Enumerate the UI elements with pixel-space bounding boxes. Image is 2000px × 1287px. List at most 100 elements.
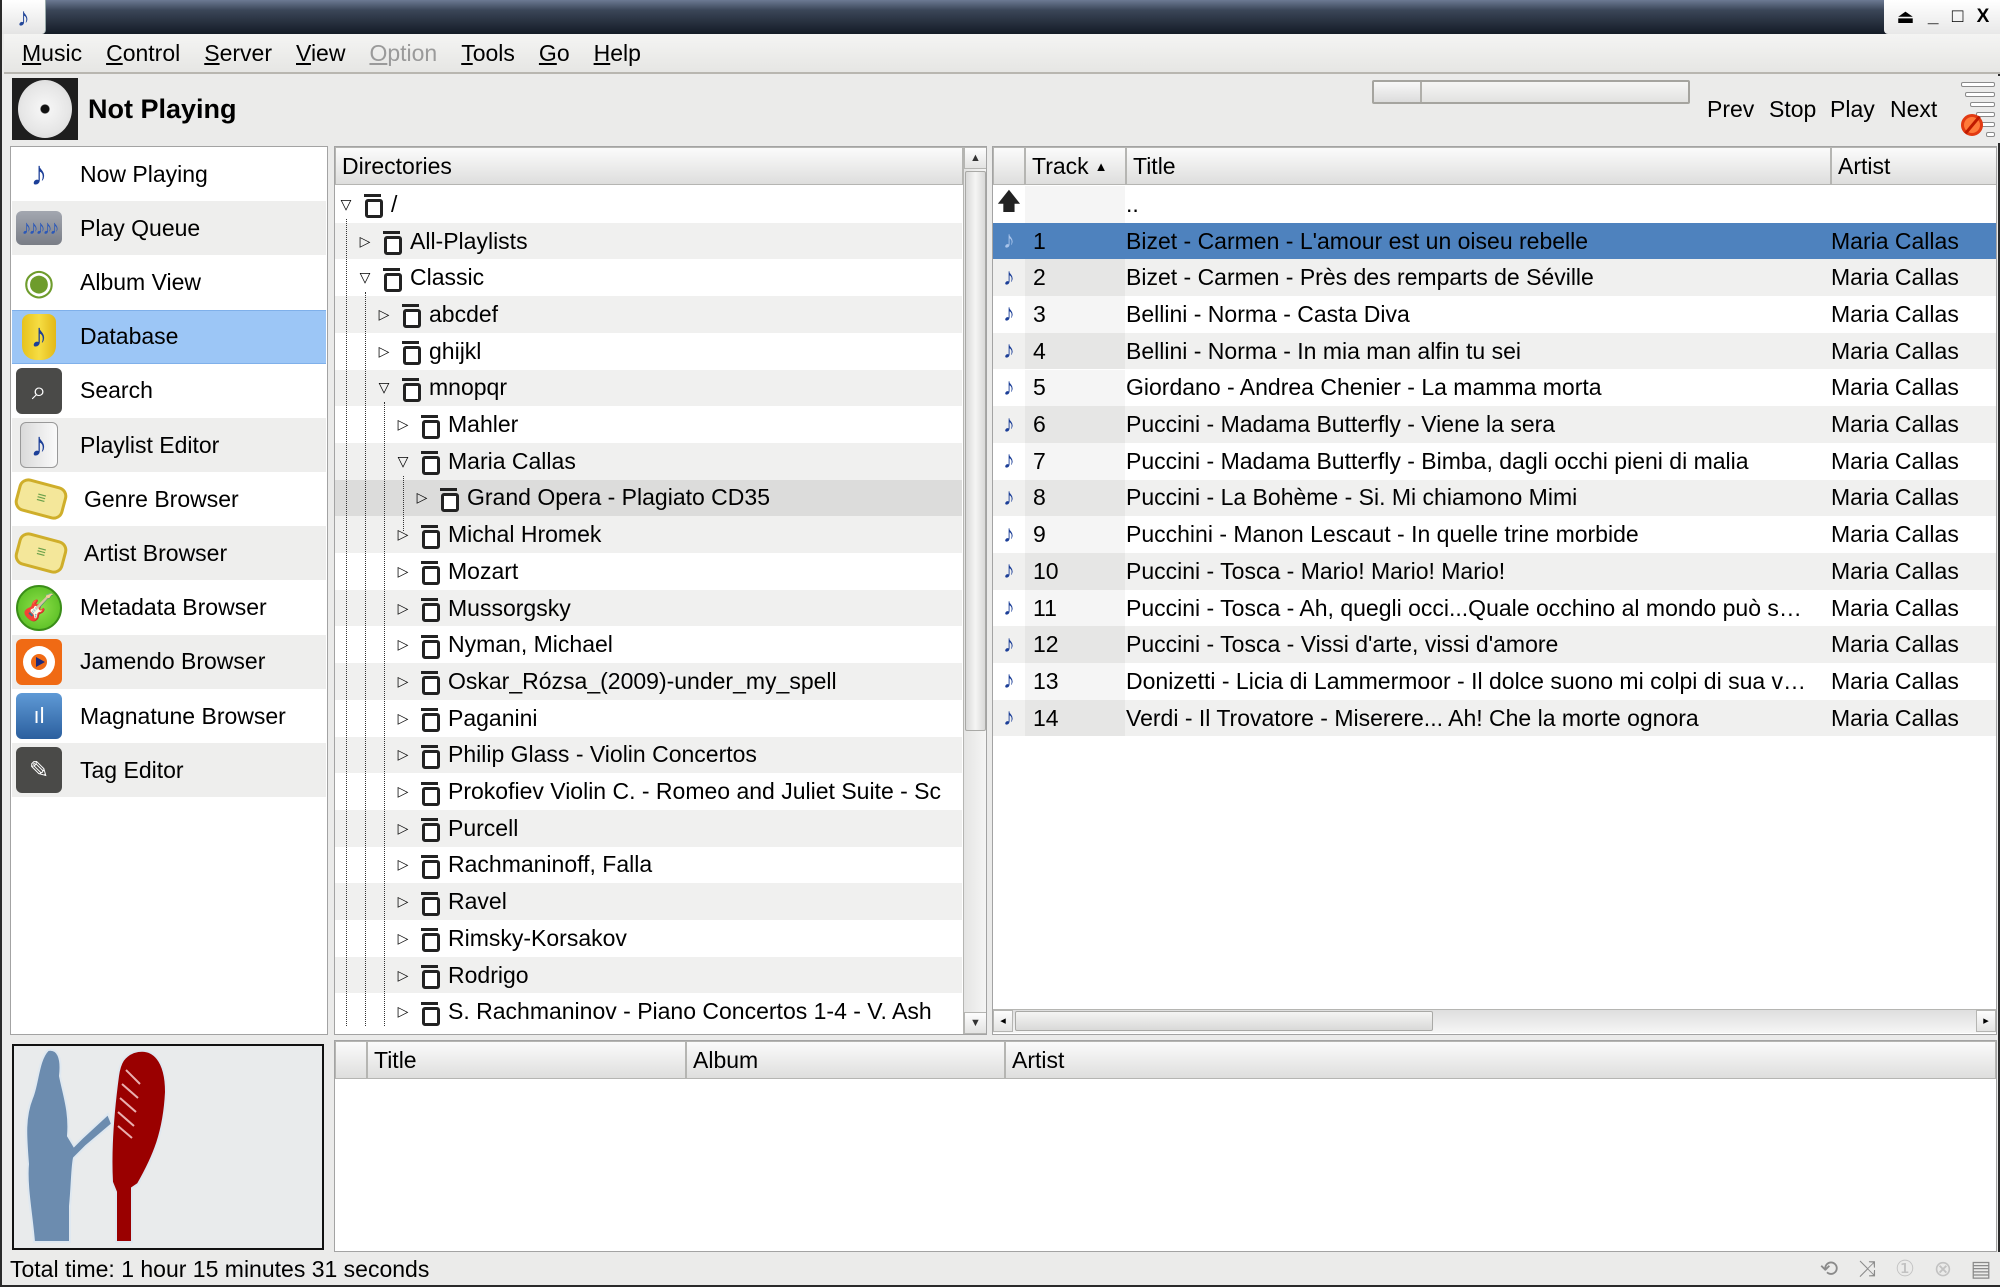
artist-column-header[interactable]: Artist [1831,147,1996,185]
track-row[interactable]: ♪ 10 Puccini - Tosca - Mario! Mario! Mario… [993,553,1996,590]
playlist-icon[interactable]: ▤ [1970,1256,1992,1282]
next-button[interactable]: Next [1890,96,1937,123]
lower-album-column-header[interactable]: Album [686,1041,1005,1079]
expand-arrow-icon[interactable]: ▷ [396,783,410,800]
directory-item[interactable]: ▽ Maria Callas [335,442,962,480]
expand-arrow-icon[interactable]: ▷ [415,489,429,506]
expand-arrow-icon[interactable]: ▷ [396,1003,410,1020]
expand-arrow-icon[interactable]: ▷ [358,233,372,250]
track-column-header[interactable]: Track ▲ [1025,147,1126,185]
expand-arrow-icon[interactable]: ▷ [396,636,410,653]
repeat-icon[interactable]: ⟲ [1818,1256,1840,1282]
menu-view[interactable]: View [292,40,355,67]
sidebar-item-album-view[interactable]: ◉ Album View [12,255,326,309]
directory-item[interactable]: ▷ Nyman, Michael [335,626,962,663]
sidebar-item-tag-editor[interactable]: ✎ Tag Editor [12,743,326,798]
seek-slider[interactable] [1372,80,1690,104]
directory-scrollbar-thumb[interactable] [965,171,986,731]
lower-title-column-header[interactable]: Title [367,1041,686,1079]
directory-item[interactable]: ▷ All-Playlists [335,222,962,260]
parent-directory-row[interactable]: 🡅.. [993,186,1996,223]
scroll-left-button[interactable]: ◂ [993,1010,1013,1032]
directory-item[interactable]: ▷ Paganini [335,700,962,737]
sidebar-item-artist-browser[interactable]: ≡ Artist Browser [12,526,326,581]
track-row[interactable]: ♪ 8 Puccini - La Bohème - Si. Mi chiamono … [993,479,1996,517]
sidebar-item-metadata-browser[interactable]: 🎸 Metadata Browser [12,581,326,635]
menu-go[interactable]: Go [535,40,580,67]
stop-button[interactable]: Stop [1769,96,1816,123]
expand-arrow-icon[interactable]: ▷ [377,343,391,360]
directory-item[interactable]: ▷ Michal Hromek [335,516,962,553]
track-row[interactable]: ♪ 14 Verdi - Il Trovatore - Miserere... Ah… [993,699,1996,737]
track-row[interactable]: ♪ 2 Bizet - Carmen - Près des remparts de … [993,259,1996,297]
single-icon[interactable]: ① [1894,1256,1916,1282]
track-row[interactable]: ♪ 7 Puccini - Madama Butterfly - Bimba, da… [993,442,1996,480]
scroll-up-button[interactable]: ▲ [964,147,986,169]
track-row[interactable]: ♪ 3 Bellini - Norma - Casta Diva Maria Call… [993,296,1996,333]
sidebar-item-genre-browser[interactable]: ≡ Genre Browser [12,472,326,526]
sidebar-item-search[interactable]: ⌕ Search [12,364,326,418]
sidebar-item-magnatune-browser[interactable]: ıl Magnatune Browser [12,689,326,743]
expand-arrow-icon[interactable]: ▷ [377,306,391,323]
menu-tools[interactable]: Tools [457,40,525,67]
collapse-arrow-icon[interactable]: ▽ [358,269,372,286]
close-button[interactable]: X [1977,6,1990,28]
track-row[interactable]: ♪ 5 Giordano - Andrea Chenier - La mamma m… [993,369,1996,407]
prev-button[interactable]: Prev [1707,96,1754,123]
track-row[interactable]: ♪ 11 Puccini - Tosca - Ah, quegli occi...Q… [993,589,1996,627]
title-bar[interactable]: ♪ ⏏ _ □ X [2,0,2000,34]
expand-arrow-icon[interactable]: ▷ [396,820,410,837]
directory-item[interactable]: ▷ Rachmaninoff, Falla [335,847,962,884]
directory-item[interactable]: ▷ ghijkl [335,333,962,370]
icon-column-header[interactable] [993,147,1025,185]
menu-music[interactable]: Music [18,40,92,67]
directory-item[interactable]: ▷ Rodrigo [335,956,962,994]
track-row[interactable]: ♪ 1 Bizet - Carmen - L'amour est un oiseu … [993,222,1996,260]
directory-scrollbar[interactable]: ▲ ▼ [963,147,986,1034]
directory-item[interactable]: ▷ Prokofiev Violin C. - Romeo and Juliet … [335,773,962,810]
shuffle-icon[interactable]: ⤨ [1856,1256,1878,1282]
directory-item[interactable]: ▽ mnopqr [335,369,962,407]
directory-item[interactable]: ▷ abcdef [335,296,962,333]
expand-arrow-icon[interactable]: ▷ [396,893,410,910]
collapse-arrow-icon[interactable]: ▽ [339,196,353,213]
directory-item[interactable]: ▷ S. Rachmaninov - Piano Concertos 1-4 - … [335,993,962,1030]
expand-arrow-icon[interactable]: ▷ [396,710,410,727]
lower-icon-column-header[interactable] [335,1041,367,1079]
sidebar-item-jamendo-browser[interactable]: Jamendo Browser [12,634,326,689]
sidebar-item-playlist-editor[interactable]: ♪ Playlist Editor [12,418,326,472]
menu-help[interactable]: Help [590,40,651,67]
track-row[interactable]: ♪ 12 Puccini - Tosca - Vissi d'arte, vissi… [993,626,1996,664]
menu-option[interactable]: Option [365,40,447,67]
expand-arrow-icon[interactable]: ▷ [396,930,410,947]
directory-item[interactable]: ▽ Classic [335,259,962,296]
directory-item[interactable]: ▷ Oskar_Rózsa_(2009)-under_my_spell [335,663,962,700]
expand-arrow-icon[interactable]: ▷ [396,856,410,873]
title-column-header[interactable]: Title [1126,147,1831,185]
track-row[interactable]: ♪ 6 Puccini - Madama Butterfly - Viene la … [993,406,1996,443]
expand-arrow-icon[interactable]: ▷ [396,416,410,433]
menu-control[interactable]: Control [102,40,190,67]
expand-arrow-icon[interactable]: ▷ [396,967,410,984]
expand-arrow-icon[interactable]: ▷ [396,600,410,617]
directory-item[interactable]: ▷ Purcell [335,809,962,847]
expand-arrow-icon[interactable]: ▷ [396,673,410,690]
play-button[interactable]: Play [1830,96,1875,123]
consume-icon[interactable]: ⊗ [1932,1256,1954,1282]
directory-item[interactable]: ▽ / [335,186,962,223]
menu-server[interactable]: Server [200,40,282,67]
expand-arrow-icon[interactable]: ▷ [396,563,410,580]
track-scrollbar-thumb[interactable] [1015,1011,1433,1031]
sidebar-item-database[interactable]: ♪ Database [12,309,326,364]
track-row[interactable]: ♪ 4 Bellini - Norma - In mia man alfin tu … [993,332,1996,370]
seek-slider-handle[interactable] [1374,82,1422,102]
collapse-arrow-icon[interactable]: ▽ [377,379,391,396]
scroll-right-button[interactable]: ▸ [1976,1010,1996,1032]
directory-item[interactable]: ▷ Mahler [335,406,962,443]
maximize-button[interactable]: □ [1952,6,1963,28]
expand-arrow-icon[interactable]: ▷ [396,746,410,763]
directories-header[interactable]: Directories [335,147,963,185]
lower-artist-column-header[interactable]: Artist [1005,1041,1996,1079]
directory-item[interactable]: ▷ Grand Opera - Plagiato CD35 [335,479,962,517]
music-note-icon[interactable]: ♪ [2,0,46,34]
